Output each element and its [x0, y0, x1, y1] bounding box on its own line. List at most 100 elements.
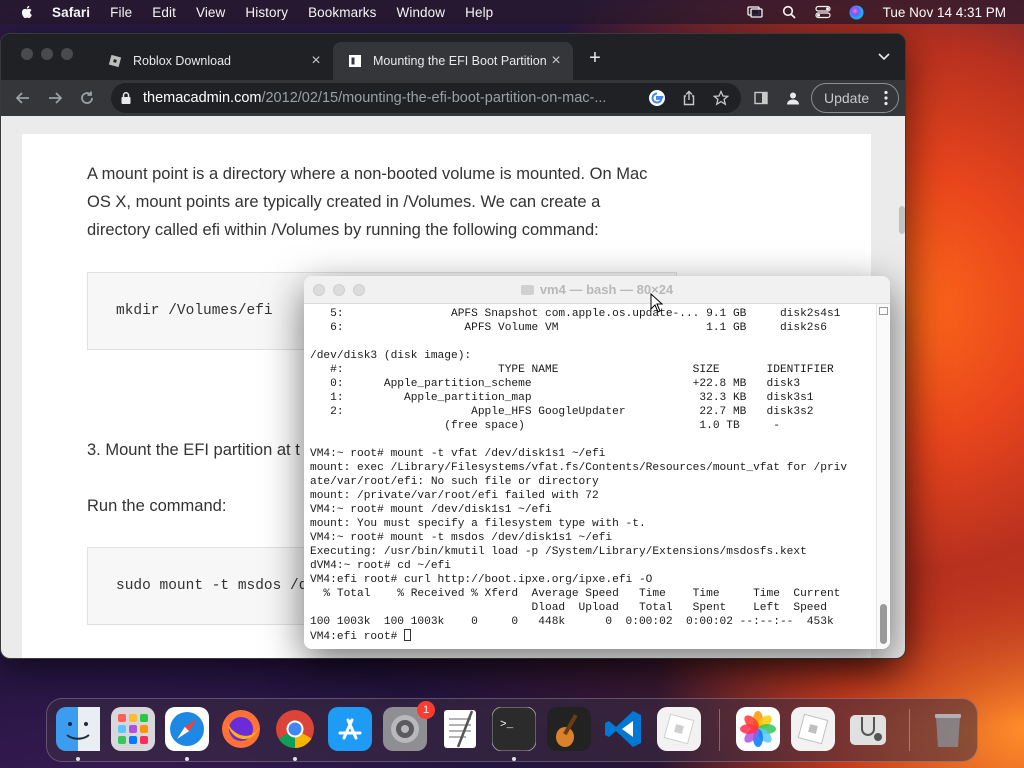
code-text: mkdir /Volumes/efi [116, 303, 273, 319]
share-icon[interactable] [678, 87, 700, 109]
terminal-line: ate/var/root/efi: No such file or direct… [310, 476, 599, 488]
article-paragraph: A mount point is a directory where a non… [87, 160, 647, 244]
dock-separator [909, 709, 910, 751]
menu-clock[interactable]: Tue Nov 14 4:31 PM [883, 5, 1006, 20]
menu-history[interactable]: History [245, 5, 288, 20]
minimize-window-button[interactable] [41, 48, 53, 60]
close-tab-icon[interactable]: × [547, 52, 565, 70]
paragraph-line: A mount point is a directory where a non… [87, 165, 648, 183]
folder-icon [520, 285, 534, 295]
terminal-line: mount: /private/var/root/efi failed with… [310, 490, 599, 502]
apple-menu-icon[interactable] [19, 4, 35, 20]
roblox-icon[interactable] [657, 707, 701, 751]
finder-icon[interactable] [56, 707, 100, 751]
terminal-line: mount: exec /Library/Filesystems/vfat.fs… [310, 462, 848, 474]
menu-app-name[interactable]: Safari [52, 5, 90, 20]
terminal-line: /dev/disk3 (disk image): [310, 350, 472, 362]
roblox-icon [107, 53, 123, 69]
running-indicator [185, 757, 189, 761]
terminal-line: VM4:efi root# curl http://boot.ipxe.org/… [310, 574, 653, 586]
update-button[interactable]: Update [811, 83, 899, 113]
terminal-line: % Total % Received % Xferd Average Speed… [310, 588, 841, 600]
disk-utility-icon[interactable] [846, 707, 890, 751]
back-button[interactable] [12, 87, 34, 109]
app-store-icon[interactable] [328, 707, 372, 751]
trash-icon[interactable] [926, 707, 970, 751]
firefox-icon[interactable] [219, 707, 263, 751]
dock-separator [719, 709, 720, 751]
vscode-icon[interactable] [602, 707, 646, 751]
page-scrollbar[interactable] [899, 206, 905, 234]
chrome-icon[interactable] [273, 707, 317, 751]
tab-roblox-download[interactable]: Roblox Download × [93, 42, 333, 80]
tab-search-chevron-icon[interactable] [877, 50, 891, 64]
forward-button[interactable] [44, 87, 66, 109]
terminal-line: 0: Apple_partition_scheme +22.8 MB disk3 [310, 378, 801, 390]
menu-bar: Safari File Edit View History Bookmarks … [0, 0, 1024, 24]
svg-text:>_: >_ [500, 719, 514, 731]
close-window-button[interactable] [313, 284, 325, 296]
launchpad-icon[interactable] [111, 707, 155, 751]
run-command-text: Run the command: [87, 497, 227, 515]
terminal-line: 5: APFS Snapshot com.apple.os.update-...… [310, 308, 841, 320]
siri-icon[interactable] [849, 4, 865, 20]
menu-file[interactable]: File [110, 5, 132, 20]
tab-title: Roblox Download [133, 54, 231, 68]
system-settings-icon[interactable]: 1 [383, 701, 435, 751]
url-host: themacadmin.com [143, 90, 262, 106]
zoom-window-button[interactable] [61, 48, 73, 60]
terminal-line: #: TYPE NAME SIZE IDENTIFIER [310, 364, 834, 376]
zoom-window-button[interactable] [353, 284, 365, 296]
terminal-scrollbar[interactable] [876, 304, 890, 649]
minimize-window-button[interactable] [333, 284, 345, 296]
code-text: sudo mount -t msdos /dev [116, 578, 325, 594]
garageband-icon[interactable] [547, 707, 591, 751]
terminal-output[interactable]: 5: APFS Snapshot com.apple.os.update-...… [304, 304, 890, 649]
new-tab-button[interactable]: + [585, 48, 605, 68]
terminal-line: VM4:~ root# mount /dev/disk1s1 ~/efi [310, 504, 552, 516]
running-indicator [293, 757, 297, 761]
side-panel-icon[interactable] [750, 87, 772, 109]
close-tab-icon[interactable]: × [307, 52, 325, 70]
terminal-line: VM4:~ root# mount -t vfat /dev/disk1s1 ~… [310, 448, 606, 460]
scroll-thumb[interactable] [880, 604, 887, 644]
profile-avatar-icon[interactable] [782, 87, 804, 109]
mouse-pointer-icon [650, 293, 664, 313]
photos-icon[interactable] [736, 707, 780, 751]
terminal-line: 100 1003k 100 1003k 0 0 448k 0 0:00:02 0… [310, 616, 834, 628]
terminal-line: Executing: /usr/bin/kmutil load -p /Syst… [310, 546, 807, 558]
url-path: /2012/02/15/mounting-the-efi-boot-partit… [261, 90, 607, 106]
menu-view[interactable]: View [196, 5, 225, 20]
terminal-line: 6: APFS Volume VM 1.1 GB disk2s6 [310, 322, 827, 334]
step-heading: 3. Mount the EFI partition at t [87, 441, 300, 459]
terminal-line: Dload Upload Total Spent Left Speed [310, 602, 827, 614]
close-window-button[interactable] [21, 48, 33, 60]
terminal-cursor [404, 629, 411, 641]
lock-icon[interactable] [119, 91, 133, 105]
tab-mounting-efi[interactable]: Mounting the EFI Boot Partition × [333, 42, 573, 80]
menu-bookmarks[interactable]: Bookmarks [308, 5, 376, 20]
dock: 1 >_ [46, 698, 978, 762]
menu-window[interactable]: Window [397, 5, 446, 20]
running-indicator [76, 757, 80, 761]
page-icon [347, 53, 363, 69]
control-center-icon[interactable] [815, 4, 831, 20]
safari-icon[interactable] [165, 707, 209, 751]
bookmark-star-icon[interactable] [710, 87, 732, 109]
terminal-line: VM4:efi root# [310, 629, 872, 643]
terminal-window: vm4 — bash — 80×24 5: APFS Snapshot com.… [304, 276, 890, 649]
google-lens-icon[interactable] [646, 87, 668, 109]
menu-edit[interactable]: Edit [152, 5, 176, 20]
roblox-studio-icon[interactable] [791, 707, 835, 751]
menu-help[interactable]: Help [465, 5, 493, 20]
textedit-icon[interactable] [438, 707, 482, 751]
spotlight-search-icon[interactable] [781, 4, 797, 20]
reload-button[interactable] [76, 87, 98, 109]
more-menu-icon[interactable] [884, 90, 888, 106]
terminal-titlebar[interactable]: vm4 — bash — 80×24 [304, 276, 890, 304]
tab-title: Mounting the EFI Boot Partition [373, 54, 547, 68]
screen-mirroring-icon[interactable] [747, 4, 763, 20]
terminal-icon[interactable]: >_ [492, 707, 536, 751]
